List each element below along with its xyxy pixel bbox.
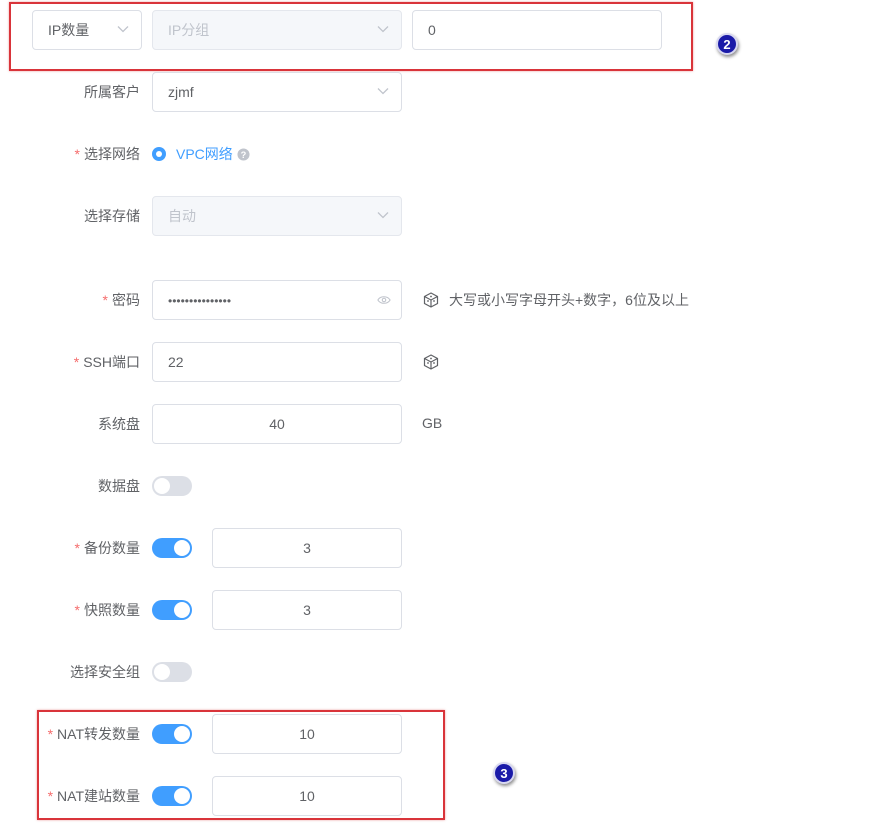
random-password-icon[interactable] xyxy=(423,292,439,308)
vpc-radio-label[interactable]: VPC网络 xyxy=(176,144,233,164)
vpc-radio[interactable] xyxy=(152,147,166,161)
customer-label: 所属客户 xyxy=(84,84,140,100)
backup-count-input[interactable]: 3 xyxy=(212,528,402,568)
security-group-switch[interactable] xyxy=(152,662,192,682)
ssh-port-input[interactable]: 22 xyxy=(152,342,402,382)
backup-switch[interactable] xyxy=(152,538,192,558)
password-label: * 密码 xyxy=(102,292,140,308)
annotation-badge-2: 2 xyxy=(716,33,738,55)
snapshot-switch[interactable] xyxy=(152,600,192,620)
storage-placeholder: 自动 xyxy=(168,208,196,224)
snapshot-count-value: 3 xyxy=(303,602,311,618)
snapshot-label: * 快照数量 xyxy=(74,602,140,618)
password-input[interactable]: ••••••••••••••• xyxy=(152,280,402,320)
password-value: ••••••••••••••• xyxy=(168,294,232,308)
system-disk-label: 系统盘 xyxy=(98,416,140,432)
data-disk-switch[interactable] xyxy=(152,476,192,496)
security-group-label: 选择安全组 xyxy=(70,664,140,680)
annotation-box-nat xyxy=(37,710,445,820)
svg-text:?: ? xyxy=(241,150,247,160)
annotation-badge-3: 3 xyxy=(493,762,515,784)
snapshot-count-input[interactable]: 3 xyxy=(212,590,402,630)
backup-label: * 备份数量 xyxy=(74,540,140,556)
ssh-label: * SSH端口 xyxy=(73,354,140,370)
chevron-down-icon xyxy=(377,212,389,219)
customer-value: zjmf xyxy=(168,84,194,100)
password-hint: 大写或小写字母开头+数字，6位及以上 xyxy=(449,292,689,308)
annotation-box-ip xyxy=(9,2,693,71)
storage-select[interactable]: 自动 xyxy=(152,196,402,236)
network-label: * 选择网络 xyxy=(74,146,140,162)
system-disk-unit: GB xyxy=(422,415,443,431)
ssh-port-value: 22 xyxy=(168,354,184,370)
system-disk-value: 40 xyxy=(269,416,285,432)
storage-label: 选择存储 xyxy=(84,208,140,224)
system-disk-input[interactable]: 40 xyxy=(152,404,402,444)
eye-icon[interactable] xyxy=(377,294,391,306)
random-port-icon[interactable] xyxy=(423,354,439,370)
data-disk-label: 数据盘 xyxy=(98,478,140,494)
customer-select[interactable]: zjmf xyxy=(152,72,402,112)
chevron-down-icon xyxy=(377,88,389,95)
backup-count-value: 3 xyxy=(303,540,311,556)
help-icon[interactable]: ? xyxy=(237,148,250,161)
